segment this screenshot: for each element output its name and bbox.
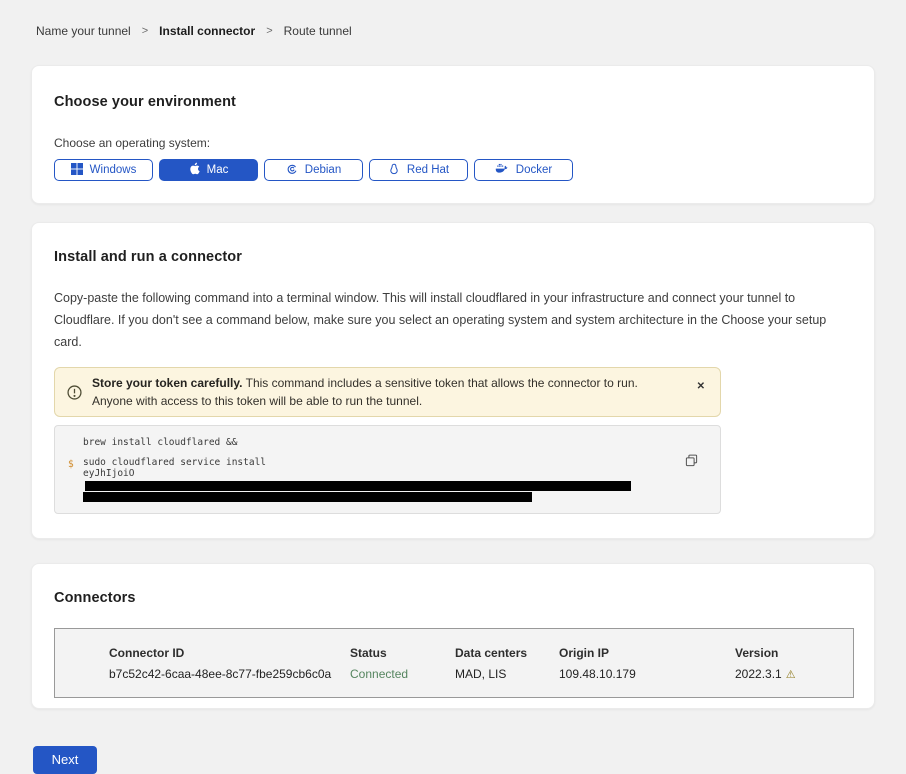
connectors-card-title: Connectors: [54, 590, 852, 606]
breadcrumb-separator: >: [266, 25, 272, 37]
close-icon[interactable]: ✕: [697, 382, 705, 392]
redhat-icon: [388, 163, 400, 178]
install-connector-card: Install and run a connector Copy-paste t…: [31, 222, 875, 539]
os-button-windows[interactable]: Windows: [54, 159, 153, 181]
docker-icon: [495, 163, 509, 177]
breadcrumb-item-route-tunnel[interactable]: Route tunnel: [284, 24, 352, 38]
windows-icon: [71, 163, 83, 178]
column-header-status: Status: [350, 646, 455, 660]
column-header-origin-ip: Origin IP: [559, 646, 735, 660]
token-warning-text: Store your token carefully. This command…: [92, 374, 680, 410]
column-header-version: Version: [735, 646, 853, 660]
redaction-bar: [83, 492, 532, 502]
install-description: Copy-paste the following command into a …: [54, 287, 852, 353]
shell-prompt: $: [68, 459, 74, 471]
os-button-docker[interactable]: Docker: [474, 159, 573, 181]
cell-origin-ip: 109.48.10.179: [559, 667, 735, 681]
os-button-label: Mac: [207, 164, 229, 176]
install-command-code-block: $ brew install cloudflared && sudo cloud…: [54, 425, 721, 514]
cell-data-centers: MAD, LIS: [455, 667, 559, 681]
token-warning-banner: Store your token carefully. This command…: [54, 367, 721, 417]
os-button-group: Windows Mac Debian Red Hat: [54, 159, 852, 181]
copy-icon[interactable]: [685, 454, 698, 467]
next-button[interactable]: Next: [33, 746, 97, 774]
breadcrumb-separator: >: [142, 25, 148, 37]
os-button-debian[interactable]: Debian: [264, 159, 363, 181]
os-button-mac[interactable]: Mac: [159, 159, 258, 181]
redaction-bar: [85, 481, 631, 491]
breadcrumb: Name your tunnel > Install connector > R…: [31, 0, 875, 38]
environment-card-title: Choose your environment: [54, 94, 852, 110]
apple-icon: [189, 162, 200, 178]
connectors-table: Connector ID Status Data centers Origin …: [54, 628, 854, 698]
cell-connector-id: b7c52c42-6caa-48ee-8c77-fbe259cb6c0a: [109, 667, 350, 681]
os-button-label: Docker: [516, 164, 552, 176]
os-button-label: Windows: [90, 164, 137, 176]
page: Name your tunnel > Install connector > R…: [0, 0, 906, 709]
debian-icon: [286, 163, 298, 178]
breadcrumb-item-install-connector[interactable]: Install connector: [159, 24, 255, 38]
code-line-2: sudo cloudflared service install: [83, 457, 680, 469]
column-header-data-centers: Data centers: [455, 646, 559, 660]
warning-triangle-icon: ⚠: [786, 668, 796, 681]
install-card-title: Install and run a connector: [54, 249, 852, 265]
os-select-label: Choose an operating system:: [54, 136, 852, 150]
cell-status: Connected: [350, 667, 455, 681]
alert-circle-icon: [67, 385, 82, 400]
column-header-connector-id: Connector ID: [109, 646, 350, 660]
code-line-3: eyJhIjoiO: [83, 468, 680, 491]
os-button-label: Red Hat: [407, 164, 449, 176]
cell-version: 2022.3.1⚠: [735, 667, 853, 681]
token-prefix: eyJhIjoiO: [83, 468, 134, 479]
code-line-1: brew install cloudflared &&: [83, 437, 680, 449]
connectors-card: Connectors Connector ID Status Data cent…: [31, 563, 875, 709]
os-button-redhat[interactable]: Red Hat: [369, 159, 468, 181]
environment-card: Choose your environment Choose an operat…: [31, 65, 875, 204]
code-line-4: [83, 491, 680, 503]
token-warning-bold: Store your token carefully.: [92, 376, 243, 390]
os-button-label: Debian: [305, 164, 341, 176]
breadcrumb-item-name-your-tunnel[interactable]: Name your tunnel: [36, 24, 131, 38]
